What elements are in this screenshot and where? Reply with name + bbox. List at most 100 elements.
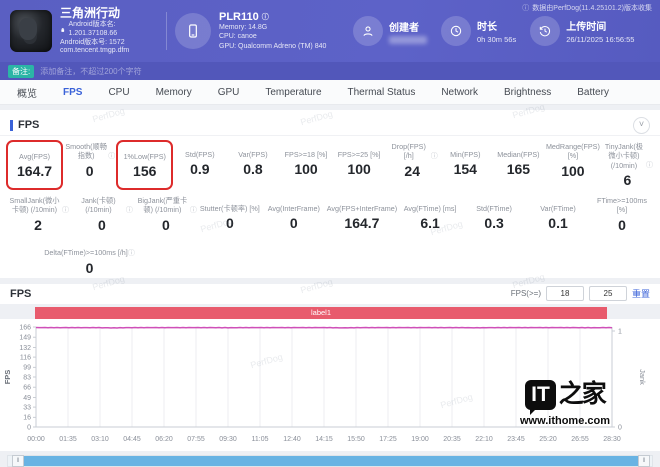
stat-tinyjank-10min: TinyJank(极微小卡顿) (/10min) ⓘ 6 — [601, 140, 654, 190]
info-icon[interactable]: ⓘ — [190, 206, 197, 215]
stat-value: 0 — [161, 216, 170, 233]
info-icon[interactable]: ⓘ — [62, 206, 69, 215]
tab-battery[interactable]: Battery — [564, 87, 622, 98]
note-badge: 备注: — [8, 64, 35, 78]
tab-gpu[interactable]: GPU — [205, 87, 253, 98]
fps-section-title: FPS — [18, 119, 40, 131]
svg-text:20:35: 20:35 — [443, 436, 461, 443]
tab-thermal-status[interactable]: Thermal Status — [335, 87, 429, 98]
tab-概览[interactable]: 概览 — [4, 85, 50, 100]
stat-value: 164.7 — [344, 215, 380, 232]
stat-value: 100 — [561, 162, 585, 179]
note-bar[interactable]: 备注: 添加备注，不超过200个字符 — [0, 62, 660, 80]
fps-threshold-input-1[interactable] — [545, 286, 584, 302]
duration-value: 0h 30m 56s — [477, 35, 517, 44]
svg-text:83: 83 — [23, 374, 31, 381]
upload-time-label: 上传时间 — [566, 22, 607, 33]
stat-medrange-fps-%: MedRange(FPS)[%] 100 — [545, 142, 600, 179]
perfdog-report-page: { "icons": {"info": "ⓘ", "chevron_down":… — [0, 0, 660, 467]
svg-text:FPS: FPS — [3, 370, 12, 385]
svg-text:0: 0 — [27, 424, 31, 431]
chevron-down-icon[interactable]: ˅ — [633, 116, 650, 134]
svg-text:17:25: 17:25 — [379, 436, 397, 443]
svg-text:149: 149 — [19, 334, 31, 341]
fps-section: FPS ˅ Avg(FPS) 164.7 Smooth(顺畅指数) ⓘ 0 1%Low(… — [0, 110, 660, 278]
ithome-logo-icon: IT — [525, 379, 556, 415]
upload-time-block: 上传时间 26/11/2025 16:56:55 — [530, 16, 634, 46]
stat-value: 156 — [133, 163, 157, 179]
note-placeholder[interactable]: 添加备注，不超过200个字符 — [40, 66, 141, 77]
tab-memory[interactable]: Memory — [143, 87, 205, 98]
svg-text:11:05: 11:05 — [252, 436, 269, 443]
fps-threshold-input-2[interactable] — [588, 286, 627, 302]
svg-text:07:55: 07:55 — [187, 436, 205, 443]
svg-text:00:00: 00:00 — [27, 436, 45, 443]
info-icon[interactable]: ⓘ — [431, 152, 438, 161]
stat-value: 0 — [225, 215, 234, 232]
svg-text:49: 49 — [23, 395, 31, 402]
stat-value: 0 — [85, 259, 94, 276]
ithome-url: www.ithome.com — [519, 414, 610, 427]
stat-value: 6.1 — [420, 215, 440, 232]
info-icon[interactable]: ⓘ — [646, 161, 653, 170]
info-icon[interactable]: ⓘ — [262, 12, 269, 22]
svg-text:04:45: 04:45 — [123, 436, 141, 443]
tab-brightness[interactable]: Brightness — [491, 87, 564, 98]
svg-text:12:40: 12:40 — [283, 436, 301, 443]
ithome-watermark: IT 之家 www.ithome.com — [519, 378, 610, 427]
stat-stutter-%: Stutter(卡顿率) [%] 0 — [199, 203, 260, 232]
svg-text:99: 99 — [23, 364, 31, 371]
app-icon — [10, 10, 52, 52]
stats-row-1: Avg(FPS) 164.7 Smooth(顺畅指数) ⓘ 0 1%Low(FPS) 15… — [0, 136, 660, 191]
reset-button[interactable]: 重置 — [632, 287, 650, 300]
svg-text:0: 0 — [618, 424, 622, 431]
chart-legend-banner: label1 — [35, 306, 607, 319]
tab-temperature[interactable]: Temperature — [252, 87, 334, 98]
info-icon: ⓘ — [522, 5, 530, 12]
svg-text:01:35: 01:35 — [59, 436, 77, 443]
creator-block: 创建者 — [353, 16, 427, 46]
svg-text:06:20: 06:20 — [155, 436, 173, 443]
tab-cpu[interactable]: CPU — [95, 87, 142, 98]
chart-range-scrollbar[interactable]: ‖ ‖ — [7, 454, 653, 467]
tab-network[interactable]: Network — [428, 87, 491, 98]
fps-threshold-controls: FPS(>=) 重置 — [510, 286, 650, 302]
svg-text:1: 1 — [618, 328, 622, 335]
app-version-name: Android版本名: 1.201.37108.66 — [60, 21, 158, 39]
scrollbar-left-handle[interactable]: ‖ — [12, 454, 24, 467]
stat-fps-25-%: FPS>=25 [%] 100 — [333, 140, 386, 190]
clock-icon — [441, 16, 471, 46]
fps-section-header: FPS ˅ — [0, 115, 660, 136]
report-header: 三角洲行动 Android版本名: 1.201.37108.66 Android… — [0, 0, 660, 62]
svg-text:19:00: 19:00 — [411, 436, 429, 443]
stat-std-fps: Std(FPS) 0.9 — [173, 140, 226, 190]
device-gpu: GPU: Qualcomm Adreno (TM) 840 — [219, 42, 327, 50]
svg-text:166: 166 — [19, 324, 31, 331]
app-package: com.tencent.tmgp.dfm — [60, 47, 130, 55]
stat-smalljank-10min: SmallJank(微小卡顿) (/10min) ⓘ 2 — [6, 194, 70, 235]
svg-text:25:20: 25:20 — [539, 436, 557, 443]
stat-bigjank-10min: BigJank(严重卡顿) (/10min) ⓘ 0 — [134, 194, 198, 235]
info-icon[interactable]: ⓘ — [128, 249, 135, 258]
info-icon[interactable]: ⓘ — [108, 152, 115, 161]
stat-value: 154 — [453, 161, 477, 177]
svg-text:Jank: Jank — [638, 369, 647, 385]
info-icon[interactable]: ⓘ — [126, 206, 133, 215]
device-memory: Memory: 14.8G — [219, 23, 268, 31]
fps-chart[interactable]: 00:00 01:35 03:10 04:45 06:20 07:55 09:30 11:05… — [0, 318, 660, 451]
stat-value: 0 — [85, 162, 94, 179]
stat-drop-fps-h: Drop(FPS) [/h] ⓘ 24 — [386, 140, 439, 190]
svg-text:23:45: 23:45 — [507, 436, 525, 443]
svg-text:26:55: 26:55 — [571, 436, 589, 443]
stat-value: 24 — [404, 162, 420, 179]
device-cpu: CPU: canoe — [219, 33, 257, 41]
stat-delta-ftime-100ms-h: Delta(FTime)>=100ms [/h] ⓘ 0 — [6, 239, 173, 278]
stat-jank-10min: Jank(卡顿) (/10min) ⓘ 0 — [70, 194, 134, 235]
app-version-code: Android版本号: 1572 — [60, 38, 125, 46]
scrollbar-bar[interactable] — [23, 455, 639, 466]
svg-text:28:30: 28:30 — [603, 436, 621, 443]
tab-fps[interactable]: FPS — [50, 87, 95, 98]
scrollbar-right-handle[interactable]: ‖ — [638, 454, 650, 467]
fps-threshold-label: FPS(>=) — [510, 289, 541, 299]
stat-smooth: Smooth(顺畅指数) ⓘ 0 — [65, 142, 116, 179]
